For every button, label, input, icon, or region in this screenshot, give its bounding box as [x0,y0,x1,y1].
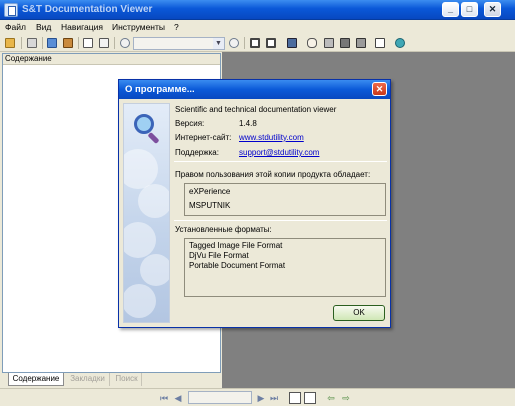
tab-contents[interactable]: Содержание [8,373,64,386]
paste-icon[interactable] [97,36,111,50]
fit-page-icon[interactable] [264,36,278,50]
zoom-in-icon[interactable] [227,36,241,50]
single-page-icon[interactable] [248,36,262,50]
maximize-button[interactable]: □ [461,2,478,17]
facing-pages-view-icon[interactable] [304,392,316,404]
open-icon[interactable] [3,36,17,50]
app-icon [4,3,18,17]
page-input[interactable] [188,391,252,404]
zoom-select[interactable]: ▼ [133,37,225,50]
window-title-bar: S&T Documentation Viewer _ □ ✕ [0,0,515,20]
menu-navigation[interactable]: Навигация [61,22,103,32]
format-item: Tagged Image File Format [189,241,283,250]
toolbar-separator [114,37,115,49]
tab-bookmarks[interactable]: Закладки [66,373,110,386]
ok-button[interactable]: OK [333,305,385,321]
version-label: Версия: [175,119,205,128]
first-page-icon[interactable]: ⏮ [158,392,170,404]
print-icon[interactable] [25,36,39,50]
find-icon[interactable] [285,36,299,50]
dialog-separator [174,220,387,221]
copy-icon[interactable] [81,36,95,50]
tab-search[interactable]: Поиск [112,373,142,386]
site-label: Интернет-сайт: [175,133,232,142]
menu-view[interactable]: Вид [36,22,51,32]
owner-line: MSPUTNIK [189,201,231,210]
select-icon[interactable] [322,36,336,50]
close-button[interactable]: ✕ [484,2,501,17]
format-item: Portable Document Format [189,261,286,270]
menu-help[interactable]: ? [174,22,179,32]
toolbar-separator [78,37,79,49]
dialog-title-bar: О программе... ✕ [119,80,390,99]
contents-panel-header: Содержание [3,54,220,65]
back-icon[interactable]: ⇦ [325,392,337,404]
image-icon[interactable] [45,36,59,50]
decor-bubble [138,184,169,218]
edit-icon[interactable] [61,36,75,50]
panel-tabs: Содержание Закладки Поиск [2,373,221,387]
menu-bar: Файл Вид Навигация Инструменты ? [0,20,515,35]
dialog-close-button[interactable]: ✕ [372,82,387,96]
support-label: Поддержка: [175,148,219,157]
zoom-out-icon[interactable] [118,36,132,50]
navigation-bar: ⏮ ◀ ▶ ⏭ ⇦ ⇨ [0,388,515,406]
formats-list: Tagged Image File Format DjVu File Forma… [184,238,386,297]
owner-line: eXPerience [189,187,231,196]
settings-icon[interactable] [393,36,407,50]
toolbar-separator [21,37,22,49]
format-item: DjVu File Format [189,251,249,260]
chevron-down-icon[interactable]: ▼ [213,38,224,49]
toolbar-separator [42,37,43,49]
dialog-title: О программе... [125,84,195,95]
site-link[interactable]: www.stdutility.com [239,133,304,142]
single-page-view-icon[interactable] [289,392,301,404]
window-title: S&T Documentation Viewer [22,4,153,15]
owner-box: eXPerience MSPUTNIK [184,183,386,216]
menu-file[interactable]: Файл [5,22,26,32]
magnifier-icon [134,114,162,145]
toolbar: ▼ [0,35,515,52]
next-page-icon[interactable]: ▶ [255,392,267,404]
version-value: 1.4.8 [239,119,257,128]
rotate-icon[interactable] [373,36,387,50]
dialog-separator [174,161,387,162]
minimize-button[interactable]: _ [442,2,459,17]
forward-icon[interactable]: ⇨ [340,392,352,404]
decor-bubble [124,284,156,318]
formats-label: Установленные форматы: [175,225,272,234]
prev-page-icon[interactable]: ◀ [172,392,184,404]
menu-tools[interactable]: Инструменты [112,22,165,32]
support-link[interactable]: support@stdutility.com [239,148,319,157]
dialog-artwork [123,103,170,323]
last-page-icon[interactable]: ⏭ [268,392,280,404]
rights-label: Правом пользования этой копии продукта о… [175,170,371,179]
decor-bubble [140,254,169,286]
decor-bubble [124,222,156,258]
product-name: Scientific and technical documentation v… [175,105,337,114]
scan-icon[interactable] [338,36,352,50]
export-icon[interactable] [354,36,368,50]
decor-bubble [124,149,158,189]
hand-icon[interactable] [305,36,319,50]
toolbar-separator [244,37,245,49]
